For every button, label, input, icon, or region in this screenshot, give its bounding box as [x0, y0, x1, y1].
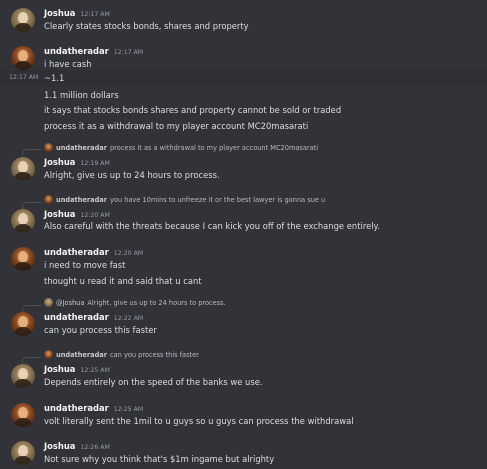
avatar-body	[14, 456, 32, 465]
avatar-body	[14, 23, 32, 32]
author-name[interactable]: undatheradar 12:25 AM	[44, 403, 143, 413]
avatar-body	[14, 379, 32, 388]
author-label: undatheradar	[44, 46, 109, 56]
author-name[interactable]: Joshua 12:26 AM	[44, 441, 110, 451]
author-name[interactable]: Joshua 12:17 AM	[44, 8, 110, 18]
author-label: undatheradar	[44, 403, 109, 413]
message-text: Clearly states stocks bonds, shares and …	[44, 21, 249, 31]
timestamp: 12:20 AM	[113, 250, 144, 257]
message-text: process it as a withdrawal to my player …	[44, 121, 309, 131]
timestamp: 12:22 AM	[113, 315, 144, 322]
reply-spine	[22, 305, 41, 312]
author-name[interactable]: Joshua 12:19 AM	[44, 157, 110, 167]
avatar[interactable]	[11, 312, 35, 336]
message-text: Alright, give us up to 24 hours to proce…	[44, 170, 220, 180]
reply-text: can you process this faster	[110, 350, 199, 359]
message-text: i have cash	[44, 59, 92, 69]
message-text: Also careful with the threats because I …	[44, 221, 380, 231]
message-text: can you process this faster	[44, 325, 157, 335]
reply-author: @Joshua	[56, 298, 85, 307]
message-row[interactable]	[0, 70, 487, 86]
reply-avatar	[44, 195, 53, 204]
reply-spine	[22, 357, 41, 364]
avatar[interactable]	[11, 209, 35, 233]
avatar-body	[14, 418, 32, 427]
message-text: it says that stocks bonds shares and pro…	[44, 105, 342, 115]
author-name[interactable]: Joshua 12:25 AM	[44, 364, 110, 374]
author-label: Joshua	[44, 209, 76, 219]
avatar-body	[14, 262, 32, 271]
reply-preview[interactable]: undatheradar can you process this faster	[44, 350, 199, 359]
avatar[interactable]	[11, 403, 35, 427]
author-name[interactable]: undatheradar 12:22 AM	[44, 312, 143, 322]
author-name[interactable]: Joshua 12:20 AM	[44, 209, 110, 219]
avatar[interactable]	[11, 364, 35, 388]
author-label: Joshua	[44, 157, 76, 167]
timestamp: 12:17 AM	[113, 49, 144, 56]
avatar[interactable]	[11, 46, 35, 70]
reply-avatar	[44, 350, 53, 359]
author-name[interactable]: undatheradar 12:17 AM	[44, 46, 143, 56]
reply-avatar	[44, 143, 53, 152]
reply-preview[interactable]: undatheradar you have 10mins to unfreeze …	[44, 195, 325, 204]
message-text: 1.1 million dollars	[44, 90, 119, 100]
timestamp: 12:19 AM	[80, 160, 110, 167]
message-text: Not sure why you think that's $1m ingame…	[44, 454, 275, 464]
message-text: ~1.1	[44, 73, 65, 83]
timestamp: 12:25 AM	[113, 406, 144, 413]
message-text: volt literally sent the 1mil to u guys s…	[44, 416, 354, 426]
avatar-body	[14, 61, 32, 70]
reply-author: undatheradar	[56, 350, 107, 359]
side-timestamp: 12:17 AM	[9, 74, 39, 81]
reply-spine	[22, 149, 41, 156]
timestamp: 12:17 AM	[80, 11, 110, 18]
author-label: Joshua	[44, 8, 76, 18]
reply-preview[interactable]: undatheradar process it as a withdrawal t…	[44, 143, 318, 152]
message-text: thought u read it and said that u cant	[44, 276, 202, 286]
timestamp: 12:20 AM	[80, 212, 110, 219]
avatar-body	[14, 172, 32, 181]
message-text: Depends entirely on the speed of the ban…	[44, 377, 263, 387]
reply-text: Alright, give us up to 24 hours to proce…	[87, 298, 226, 307]
reply-author: undatheradar	[56, 143, 107, 152]
reply-avatar	[44, 298, 53, 307]
author-label: Joshua	[44, 441, 76, 451]
reply-preview[interactable]: @Joshua Alright, give us up to 24 hours t…	[44, 298, 226, 307]
timestamp: 12:25 AM	[80, 367, 110, 374]
author-label: undatheradar	[44, 312, 109, 322]
avatar[interactable]	[11, 441, 35, 465]
reply-text: process it as a withdrawal to my player …	[110, 143, 319, 152]
avatar-body	[14, 327, 32, 336]
chat-messages: Joshua 12:17 AM Clearly states stocks bon…	[0, 0, 487, 469]
avatar[interactable]	[11, 247, 35, 271]
author-label: Joshua	[44, 364, 76, 374]
message-text: i need to move fast	[44, 260, 126, 270]
reply-spine	[22, 202, 41, 209]
avatar[interactable]	[11, 157, 35, 181]
avatar-body	[14, 224, 32, 233]
timestamp: 12:26 AM	[80, 444, 110, 451]
reply-author: undatheradar	[56, 195, 107, 204]
author-label: undatheradar	[44, 247, 109, 257]
author-name[interactable]: undatheradar 12:20 AM	[44, 247, 143, 257]
reply-text: you have 10mins to unfreeze it or the be…	[110, 195, 326, 204]
avatar[interactable]	[11, 8, 35, 32]
